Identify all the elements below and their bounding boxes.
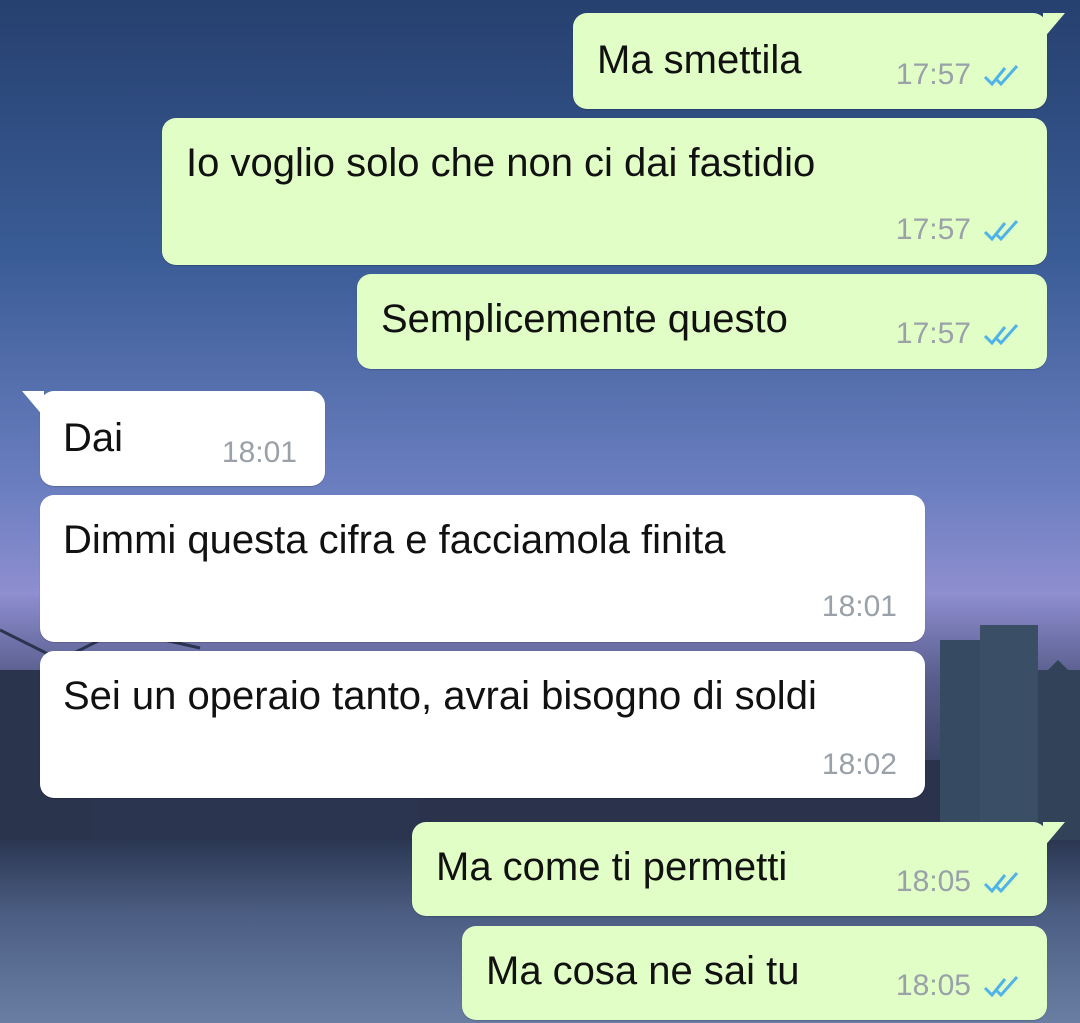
double-check-icon [983,220,1019,242]
message-time: 18:01 [221,436,297,469]
message-text: Ma come ti permetti [436,845,788,889]
message-outgoing[interactable]: Ma cosa ne sai tu 18:05 [462,926,1047,1020]
message-outgoing[interactable]: Ma smettila 17:57 [573,13,1065,109]
message-meta: 17:57 [896,58,1023,92]
message-time: 17:57 [895,213,971,246]
message-text: Sei un operaio tanto, avrai bisogno di s… [63,674,817,718]
message-meta: 18:01 [822,590,897,624]
message-meta: 18:01 [222,436,297,470]
double-check-icon [983,65,1019,87]
message-time: 18:02 [821,748,897,781]
message-time: 18:05 [895,969,971,1002]
message-meta: 17:57 [896,317,1023,351]
message-incoming[interactable]: Dai 18:01 [22,391,325,486]
message-time: 18:05 [895,865,971,898]
message-meta: 18:05 [896,969,1023,1003]
message-meta: 18:05 [896,865,1023,899]
double-check-icon [983,872,1019,894]
message-text: Dai [63,416,124,460]
message-time: 17:57 [895,58,971,91]
message-text: Dimmi questa cifra e facciamola finita [63,518,726,562]
message-outgoing[interactable]: Io voglio solo che non ci dai fastidio 1… [162,118,1047,265]
message-text: Semplicemente questo [381,297,788,341]
message-outgoing[interactable]: Semplicemente questo 17:57 [357,274,1047,369]
message-text: Ma cosa ne sai tu [486,949,800,993]
message-incoming[interactable]: Sei un operaio tanto, avrai bisogno di s… [40,651,925,798]
message-text: Ma smettila [597,38,802,82]
double-check-icon [983,976,1019,998]
double-check-icon [983,324,1019,346]
message-meta: 18:02 [822,748,897,782]
message-time: 17:57 [895,317,971,350]
message-incoming[interactable]: Dimmi questa cifra e facciamola finita 1… [40,495,925,642]
message-text: Io voglio solo che non ci dai fastidio [186,141,816,185]
message-meta: 17:57 [896,213,1023,247]
message-outgoing[interactable]: Ma come ti permetti 18:05 [412,822,1065,916]
message-time: 18:01 [821,590,897,623]
